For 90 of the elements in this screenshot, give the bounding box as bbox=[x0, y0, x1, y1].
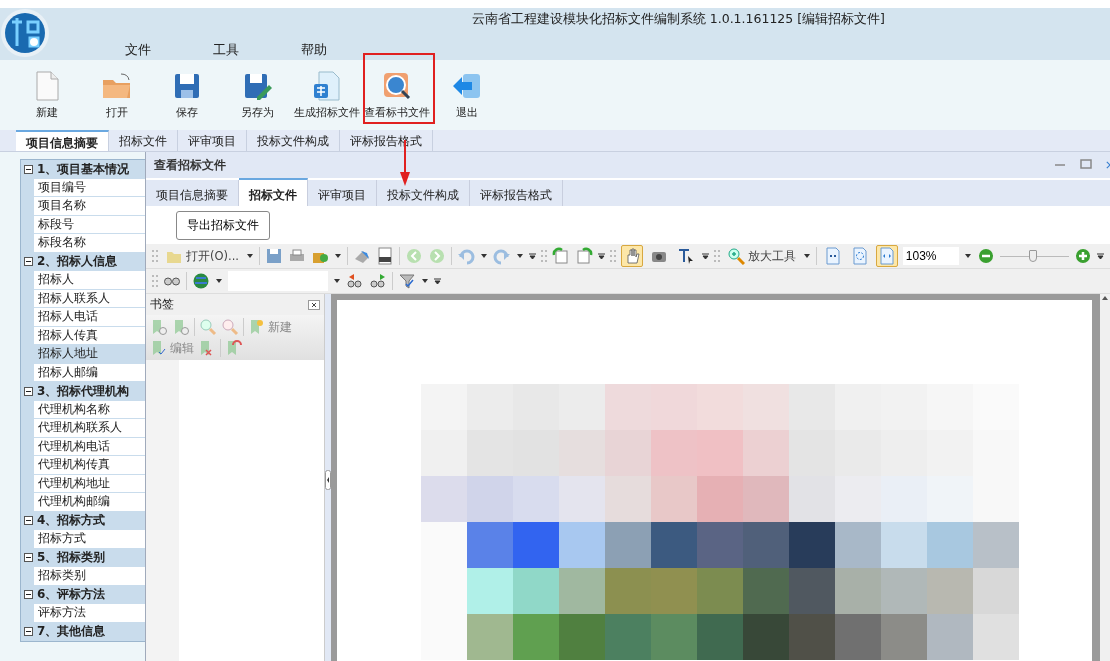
tree-group[interactable]: 5、招标类别 bbox=[21, 548, 145, 567]
forward-icon bbox=[427, 247, 446, 265]
close-icon bbox=[308, 299, 320, 310]
toolbar-grip-icon bbox=[152, 273, 158, 289]
rotate-left-icon bbox=[551, 247, 570, 265]
back-icon bbox=[404, 247, 423, 265]
tree-group-label: 7、其他信息 bbox=[37, 623, 106, 641]
find-previous-icon bbox=[346, 272, 364, 290]
export-button[interactable]: 导出招标文件 bbox=[176, 210, 270, 240]
zoom-out-icon bbox=[976, 247, 995, 265]
tree-group[interactable]: 2、招标人信息 bbox=[21, 252, 145, 271]
dropdown-caret-icon bbox=[246, 252, 254, 260]
tree-group-label: 6、评标方法 bbox=[37, 586, 106, 604]
toolbar-grip-icon bbox=[609, 248, 616, 264]
actual-size-icon bbox=[823, 247, 842, 265]
maximize-icon bbox=[1080, 159, 1092, 171]
zoom-tool-button[interactable]: 放大工具 bbox=[724, 245, 798, 267]
fit-page-icon bbox=[850, 247, 869, 265]
overflow-caret-icon bbox=[528, 252, 536, 260]
bookmark-check-icon bbox=[150, 339, 168, 357]
highlight-frame bbox=[363, 53, 435, 124]
zoom-field[interactable]: 103% bbox=[902, 247, 959, 265]
zoom-slider[interactable] bbox=[999, 250, 1070, 262]
menu-item[interactable]: 工具 bbox=[182, 42, 270, 59]
tree-group[interactable]: 3、招标代理机构 bbox=[21, 382, 145, 401]
dropdown-caret-icon bbox=[479, 252, 488, 260]
tree-group-label: 3、招标代理机构 bbox=[37, 382, 130, 400]
toolbar-button[interactable]: 退出 bbox=[432, 64, 502, 120]
globe-icon bbox=[192, 272, 210, 290]
overflow-caret-icon bbox=[1097, 252, 1105, 260]
magnifier-plus-icon bbox=[726, 247, 745, 265]
tree-group[interactable]: 1、项目基本情况 bbox=[21, 160, 145, 179]
dropdown-caret-icon bbox=[333, 277, 341, 285]
rotate-right-icon bbox=[574, 247, 593, 265]
zoom-in-icon bbox=[199, 318, 217, 336]
tab[interactable]: 招标文件 bbox=[239, 178, 308, 206]
toolbar-grip-icon bbox=[152, 248, 158, 264]
tab[interactable]: 评审项目 bbox=[178, 130, 247, 151]
dropdown-caret-icon bbox=[802, 252, 811, 260]
text-select-icon bbox=[676, 247, 695, 265]
tree-group[interactable]: 6、评标方法 bbox=[21, 585, 145, 604]
toolbar-grip-icon bbox=[540, 248, 547, 264]
view-mode-button[interactable] bbox=[875, 245, 898, 267]
viewer-title: 查看招标文件 bbox=[154, 157, 226, 173]
bookmark-undo-icon bbox=[225, 339, 243, 357]
overflow-caret-icon bbox=[434, 277, 441, 285]
tab[interactable]: 招标文件 bbox=[109, 130, 178, 151]
toolbar-button[interactable]: 保存 bbox=[152, 64, 222, 120]
toolbar-button[interactable]: 另存为 bbox=[222, 64, 292, 120]
bookmark-title: 书签 bbox=[150, 296, 174, 313]
tree-group[interactable]: 7、其他信息 bbox=[21, 622, 145, 641]
filter-icon bbox=[398, 272, 416, 290]
toolbar-grip-icon bbox=[713, 248, 720, 264]
overflow-caret-icon bbox=[701, 252, 709, 260]
binoculars-icon bbox=[163, 276, 181, 286]
tree-group[interactable]: 4、招标方式 bbox=[21, 511, 145, 530]
window-title: 云南省工程建设模块化招标文件编制系统 1.0.1.161125 [编辑招标文件] bbox=[471, 11, 885, 28]
tab[interactable]: 项目信息摘要 bbox=[16, 130, 109, 151]
tree-group-label: 4、招标方式 bbox=[37, 512, 106, 530]
toolbar-button[interactable]: 新建 bbox=[12, 64, 82, 120]
dropdown-caret-icon bbox=[515, 252, 524, 260]
save-icon bbox=[264, 247, 283, 265]
toolbar-button[interactable]: 打开 bbox=[82, 64, 152, 120]
menu-item[interactable]: 帮助 bbox=[270, 42, 358, 59]
tab[interactable]: 投标文件构成 bbox=[247, 130, 340, 151]
undo-icon bbox=[456, 247, 475, 265]
dropdown-caret-icon bbox=[421, 277, 429, 285]
dropdown-caret-icon bbox=[963, 252, 972, 260]
document-badge-icon bbox=[311, 70, 343, 102]
vertical-scrollbar[interactable] bbox=[1100, 294, 1110, 661]
tree-group-label: 1、项目基本情况 bbox=[37, 160, 130, 178]
overflow-caret-icon bbox=[597, 252, 605, 260]
bookmark-add-icon bbox=[150, 318, 168, 336]
zoom-in-icon bbox=[1074, 247, 1093, 265]
bookmark-remove-icon bbox=[172, 318, 190, 336]
tree-group-label: 5、招标类别 bbox=[37, 549, 106, 567]
dropdown-caret-icon bbox=[215, 277, 223, 285]
open-button[interactable]: 打开(O)... bbox=[163, 245, 241, 267]
toolbar-button[interactable]: 生成招标文件 bbox=[292, 64, 362, 120]
dropdown-caret-icon bbox=[333, 252, 342, 260]
document-search-icon bbox=[381, 70, 413, 102]
bookmark-star-icon bbox=[248, 318, 266, 336]
fit-width-icon bbox=[877, 247, 896, 265]
tree-item[interactable]: 招标人地址 bbox=[34, 345, 145, 364]
find-next-icon bbox=[369, 272, 387, 290]
menu-item[interactable]: 文件 bbox=[94, 42, 182, 59]
redo-icon bbox=[492, 247, 511, 265]
zoom-out-icon bbox=[221, 318, 239, 336]
tree-group-label: 2、招标人信息 bbox=[37, 253, 118, 271]
toolbar-button[interactable]: 查看标书文件 bbox=[362, 64, 432, 120]
